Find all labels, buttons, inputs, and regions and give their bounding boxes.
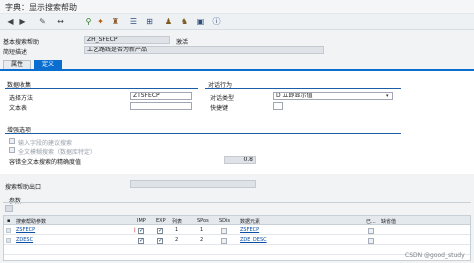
fuzzy-accuracy-label: 容错全文本搜索的精确度值 — [9, 159, 82, 166]
selection-method-input[interactable]: ZTSFECP — [130, 92, 192, 100]
status-text: 激活 — [176, 39, 189, 46]
short-desc-field: 工艺路线是否为新产品 — [84, 46, 324, 54]
text-table-label: 文本表 — [9, 105, 28, 112]
object-list-icon[interactable]: ☰ — [129, 17, 138, 26]
navigation-icon[interactable]: ♟ — [164, 17, 173, 26]
forward-icon[interactable]: ▶ — [18, 17, 27, 26]
insert-row-icon[interactable] — [5, 205, 13, 212]
col-list-header: 列表 — [172, 219, 183, 225]
row-selector[interactable] — [6, 238, 11, 243]
col-assigned-header: 已... — [366, 219, 376, 225]
fulltext-fuzzy-label: 全文模糊搜索（数据库特定） — [18, 149, 97, 156]
cursor-icon: ꞁ — [134, 226, 136, 233]
col-sdis-header: SDis — [219, 218, 231, 224]
param-name-cell[interactable]: ZDESC — [16, 237, 33, 243]
col-spos-header: SPos — [197, 218, 209, 224]
info-icon[interactable]: ⓘ — [212, 17, 221, 26]
search-help-name-field: ZH_SFECP — [84, 36, 170, 44]
sdis-checkbox[interactable] — [221, 238, 227, 244]
params-table-header — [4, 216, 470, 225]
col-param-header: 搜索帮助参数 — [16, 219, 47, 225]
dialog-type-label: 对话类型 — [210, 95, 235, 102]
col-imp-header: IMP — [137, 218, 146, 224]
where-used-icon[interactable]: ♜ — [111, 17, 120, 26]
selection-method-label: 选择方法 — [9, 95, 34, 102]
text-table-input[interactable] — [130, 102, 192, 110]
assigned-checkbox[interactable] — [368, 238, 374, 244]
window-title: 字典：显示搜索帮助 — [5, 3, 77, 12]
fuzzy-accuracy-field: 0.8 — [224, 156, 256, 164]
spos-cell[interactable]: 2 — [200, 237, 203, 243]
application-toolbar — [0, 14, 474, 30]
spos-cell[interactable]: 1 — [200, 227, 203, 233]
search-help-exit-label: 搜索帮助出口 — [5, 184, 42, 191]
list-position-cell[interactable]: 1 — [175, 227, 178, 233]
activate-icon[interactable]: ✦ — [96, 17, 105, 26]
col-exp-header: EXP — [156, 218, 166, 224]
imp-checkbox[interactable] — [138, 227, 144, 234]
back-icon[interactable]: ◀ — [6, 17, 15, 26]
suggest-search-label: 输入字段的建议搜索 — [18, 140, 73, 147]
col-default-header: 缺省值 — [381, 219, 397, 225]
tab-definition[interactable]: 定义 — [34, 60, 62, 69]
exp-checkbox[interactable] — [157, 237, 163, 244]
table-row[interactable] — [4, 236, 470, 245]
hotkey-label: 快捷键 — [210, 105, 229, 112]
enhanced-options-rule — [5, 133, 401, 134]
short-desc-label: 简短描述 — [3, 49, 28, 56]
assigned-checkbox[interactable] — [368, 228, 374, 234]
tab-attributes[interactable]: 属性 — [3, 60, 31, 69]
param-name-cell[interactable]: ZSFECP — [16, 227, 35, 233]
check-icon[interactable]: ⚲ — [84, 17, 93, 26]
table-row[interactable] — [4, 226, 470, 235]
fulltext-fuzzy-checkbox[interactable] — [9, 147, 15, 153]
row-selector-header: ▪ — [7, 218, 11, 224]
params-section-title: 参数 — [9, 196, 21, 205]
display-change-icon[interactable]: ✎ — [38, 17, 47, 26]
empty-table-row — [4, 246, 470, 255]
params-divider — [3, 202, 471, 203]
list-position-cell[interactable]: 2 — [175, 237, 178, 243]
search-help-exit-field — [130, 180, 256, 188]
imp-checkbox[interactable] — [138, 237, 144, 244]
dialog-behavior-rule — [205, 88, 401, 89]
org-icon[interactable]: ♞ — [180, 17, 189, 26]
data-collection-rule — [5, 88, 198, 89]
chevron-down-icon[interactable]: ▾ — [386, 93, 389, 99]
suggest-search-checkbox[interactable] — [9, 138, 15, 144]
data-element-cell[interactable]: ZDE_DESC — [240, 237, 267, 243]
col-element-header: 数据元素 — [240, 219, 261, 225]
data-element-cell[interactable]: ZSFECP — [240, 227, 259, 233]
dialog-type-select[interactable]: D 立即显示值 — [273, 92, 393, 100]
sdis-checkbox[interactable] — [221, 228, 227, 234]
search-help-label: 基本搜索帮助 — [3, 39, 40, 46]
row-selector[interactable] — [6, 228, 11, 233]
test-icon[interactable]: ▣ — [196, 17, 205, 26]
other-object-icon[interactable]: ↔ — [56, 17, 65, 26]
hotkey-input[interactable] — [273, 102, 283, 110]
hierarchy-icon[interactable]: ⊞ — [145, 17, 154, 26]
dialog-type-value: D 立即显示值 — [276, 92, 313, 99]
watermark-text: CSDN @good_study — [405, 252, 465, 259]
exp-checkbox[interactable] — [157, 227, 163, 234]
